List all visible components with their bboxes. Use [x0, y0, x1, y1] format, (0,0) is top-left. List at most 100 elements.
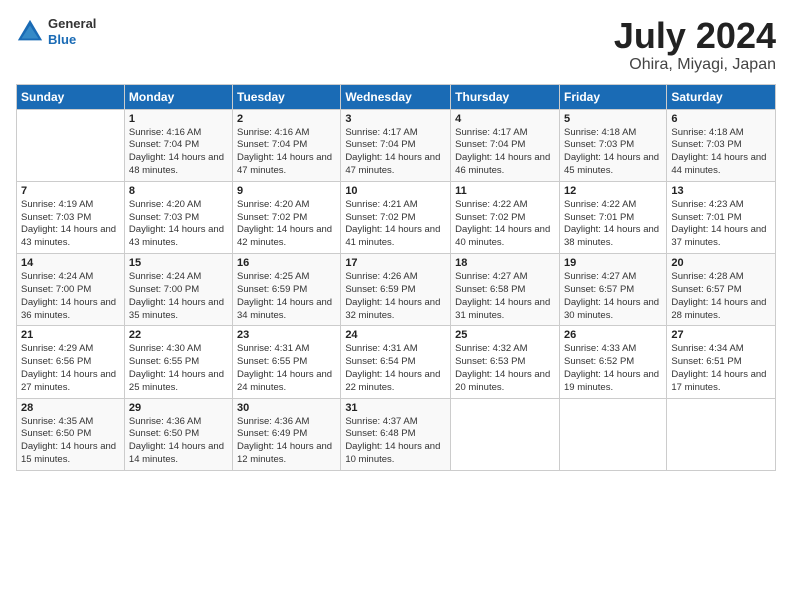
day-info: Sunrise: 4:27 AM Sunset: 6:57 PM Dayligh…	[564, 271, 662, 322]
calendar-cell: 31 Sunrise: 4:37 AM Sunset: 6:48 PM Dayli…	[341, 398, 451, 470]
calendar-cell: 16 Sunrise: 4:25 AM Sunset: 6:59 PM Dayli…	[233, 254, 341, 326]
calendar-cell: 28 Sunrise: 4:35 AM Sunset: 6:50 PM Dayli…	[17, 398, 125, 470]
location: Ohira, Miyagi, Japan	[614, 56, 776, 74]
calendar-cell: 22 Sunrise: 4:30 AM Sunset: 6:55 PM Dayli…	[124, 326, 232, 398]
day-number: 21	[21, 329, 120, 341]
day-number: 16	[237, 257, 336, 269]
calendar-cell	[667, 398, 776, 470]
day-info: Sunrise: 4:17 AM Sunset: 7:04 PM Dayligh…	[345, 127, 446, 178]
day-info: Sunrise: 4:24 AM Sunset: 7:00 PM Dayligh…	[21, 271, 120, 322]
day-info: Sunrise: 4:18 AM Sunset: 7:03 PM Dayligh…	[671, 127, 771, 178]
day-info: Sunrise: 4:16 AM Sunset: 7:04 PM Dayligh…	[129, 127, 228, 178]
calendar-cell: 9 Sunrise: 4:20 AM Sunset: 7:02 PM Daylig…	[233, 181, 341, 253]
day-info: Sunrise: 4:22 AM Sunset: 7:02 PM Dayligh…	[455, 199, 555, 250]
day-info: Sunrise: 4:16 AM Sunset: 7:04 PM Dayligh…	[237, 127, 336, 178]
day-info: Sunrise: 4:24 AM Sunset: 7:00 PM Dayligh…	[129, 271, 228, 322]
day-number: 31	[345, 402, 446, 414]
day-number: 1	[129, 113, 228, 125]
calendar-week-row: 7 Sunrise: 4:19 AM Sunset: 7:03 PM Daylig…	[17, 181, 776, 253]
day-info: Sunrise: 4:29 AM Sunset: 6:56 PM Dayligh…	[21, 343, 120, 394]
calendar-cell: 24Sunrise: 4:31 AM Sunset: 6:54 PM Dayli…	[341, 326, 451, 398]
day-info: Sunrise: 4:18 AM Sunset: 7:03 PM Dayligh…	[564, 127, 662, 178]
logo-icon	[16, 18, 44, 46]
calendar-cell: 17Sunrise: 4:26 AM Sunset: 6:59 PM Dayli…	[341, 254, 451, 326]
day-info: Sunrise: 4:33 AM Sunset: 6:52 PM Dayligh…	[564, 343, 662, 394]
calendar-day-header: Thursday	[451, 84, 560, 109]
calendar-cell: 10Sunrise: 4:21 AM Sunset: 7:02 PM Dayli…	[341, 181, 451, 253]
calendar-cell: 14 Sunrise: 4:24 AM Sunset: 7:00 PM Dayli…	[17, 254, 125, 326]
day-info: Sunrise: 4:36 AM Sunset: 6:49 PM Dayligh…	[237, 416, 336, 467]
day-number: 25	[455, 329, 555, 341]
calendar-cell: 4 Sunrise: 4:17 AM Sunset: 7:04 PM Daylig…	[451, 109, 560, 181]
day-number: 4	[455, 113, 555, 125]
day-number: 18	[455, 257, 555, 269]
calendar-week-row: 1 Sunrise: 4:16 AM Sunset: 7:04 PM Daylig…	[17, 109, 776, 181]
day-info: Sunrise: 4:27 AM Sunset: 6:58 PM Dayligh…	[455, 271, 555, 322]
logo-blue: Blue	[48, 32, 96, 48]
calendar-cell: 8 Sunrise: 4:20 AM Sunset: 7:03 PM Daylig…	[124, 181, 232, 253]
title-section: July 2024 Ohira, Miyagi, Japan	[614, 16, 776, 74]
calendar-cell: 1 Sunrise: 4:16 AM Sunset: 7:04 PM Daylig…	[124, 109, 232, 181]
calendar-cell: 12Sunrise: 4:22 AM Sunset: 7:01 PM Dayli…	[559, 181, 666, 253]
logo-text: General Blue	[48, 16, 96, 47]
day-number: 26	[564, 329, 662, 341]
day-number: 24	[345, 329, 446, 341]
day-number: 29	[129, 402, 228, 414]
day-info: Sunrise: 4:35 AM Sunset: 6:50 PM Dayligh…	[21, 416, 120, 467]
calendar-cell: 20Sunrise: 4:28 AM Sunset: 6:57 PM Dayli…	[667, 254, 776, 326]
calendar-cell: 26 Sunrise: 4:33 AM Sunset: 6:52 PM Dayli…	[559, 326, 666, 398]
calendar-cell	[17, 109, 125, 181]
day-number: 9	[237, 185, 336, 197]
day-number: 27	[671, 329, 771, 341]
day-info: Sunrise: 4:30 AM Sunset: 6:55 PM Dayligh…	[129, 343, 228, 394]
day-number: 28	[21, 402, 120, 414]
calendar-cell	[559, 398, 666, 470]
day-info: Sunrise: 4:19 AM Sunset: 7:03 PM Dayligh…	[21, 199, 120, 250]
page: General Blue July 2024 Ohira, Miyagi, Ja…	[0, 0, 792, 612]
day-info: Sunrise: 4:20 AM Sunset: 7:02 PM Dayligh…	[237, 199, 336, 250]
calendar-header-row: SundayMondayTuesdayWednesdayThursdayFrid…	[17, 84, 776, 109]
calendar-cell: 7 Sunrise: 4:19 AM Sunset: 7:03 PM Daylig…	[17, 181, 125, 253]
day-number: 7	[21, 185, 120, 197]
day-number: 8	[129, 185, 228, 197]
calendar-cell: 27 Sunrise: 4:34 AM Sunset: 6:51 PM Dayli…	[667, 326, 776, 398]
header: General Blue July 2024 Ohira, Miyagi, Ja…	[16, 16, 776, 74]
calendar-week-row: 21 Sunrise: 4:29 AM Sunset: 6:56 PM Dayli…	[17, 326, 776, 398]
calendar-day-header: Sunday	[17, 84, 125, 109]
calendar-day-header: Saturday	[667, 84, 776, 109]
calendar-cell	[451, 398, 560, 470]
month-title: July 2024	[614, 16, 776, 56]
day-info: Sunrise: 4:34 AM Sunset: 6:51 PM Dayligh…	[671, 343, 771, 394]
calendar-cell: 29 Sunrise: 4:36 AM Sunset: 6:50 PM Dayli…	[124, 398, 232, 470]
day-number: 22	[129, 329, 228, 341]
day-number: 14	[21, 257, 120, 269]
calendar-cell: 23Sunrise: 4:31 AM Sunset: 6:55 PM Dayli…	[233, 326, 341, 398]
logo-general: General	[48, 16, 96, 32]
calendar-table: SundayMondayTuesdayWednesdayThursdayFrid…	[16, 84, 776, 471]
calendar-cell: 15Sunrise: 4:24 AM Sunset: 7:00 PM Dayli…	[124, 254, 232, 326]
calendar-cell: 25Sunrise: 4:32 AM Sunset: 6:53 PM Dayli…	[451, 326, 560, 398]
calendar-cell: 2 Sunrise: 4:16 AM Sunset: 7:04 PM Daylig…	[233, 109, 341, 181]
day-info: Sunrise: 4:21 AM Sunset: 7:02 PM Dayligh…	[345, 199, 446, 250]
calendar-cell: 6 Sunrise: 4:18 AM Sunset: 7:03 PM Daylig…	[667, 109, 776, 181]
day-number: 2	[237, 113, 336, 125]
calendar-cell: 5Sunrise: 4:18 AM Sunset: 7:03 PM Daylig…	[559, 109, 666, 181]
day-info: Sunrise: 4:25 AM Sunset: 6:59 PM Dayligh…	[237, 271, 336, 322]
day-info: Sunrise: 4:17 AM Sunset: 7:04 PM Dayligh…	[455, 127, 555, 178]
calendar-day-header: Monday	[124, 84, 232, 109]
day-info: Sunrise: 4:26 AM Sunset: 6:59 PM Dayligh…	[345, 271, 446, 322]
day-info: Sunrise: 4:20 AM Sunset: 7:03 PM Dayligh…	[129, 199, 228, 250]
calendar-day-header: Friday	[559, 84, 666, 109]
calendar-cell: 30Sunrise: 4:36 AM Sunset: 6:49 PM Dayli…	[233, 398, 341, 470]
calendar-day-header: Wednesday	[341, 84, 451, 109]
day-number: 6	[671, 113, 771, 125]
day-info: Sunrise: 4:36 AM Sunset: 6:50 PM Dayligh…	[129, 416, 228, 467]
day-number: 11	[455, 185, 555, 197]
day-info: Sunrise: 4:23 AM Sunset: 7:01 PM Dayligh…	[671, 199, 771, 250]
day-number: 13	[671, 185, 771, 197]
day-number: 12	[564, 185, 662, 197]
calendar-cell: 19Sunrise: 4:27 AM Sunset: 6:57 PM Dayli…	[559, 254, 666, 326]
day-info: Sunrise: 4:37 AM Sunset: 6:48 PM Dayligh…	[345, 416, 446, 467]
calendar-week-row: 28 Sunrise: 4:35 AM Sunset: 6:50 PM Dayli…	[17, 398, 776, 470]
calendar-cell: 3Sunrise: 4:17 AM Sunset: 7:04 PM Daylig…	[341, 109, 451, 181]
